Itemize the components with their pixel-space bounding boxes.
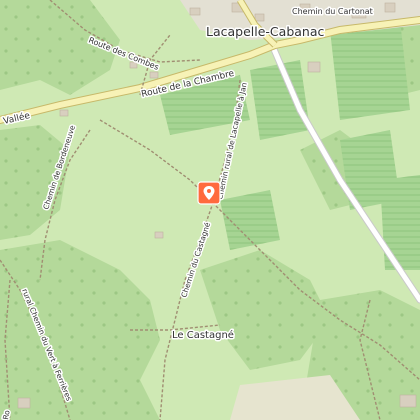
map-canvas[interactable]: Chemin du Cartonat Route des Combes Rout… <box>0 0 420 420</box>
village-label: Lacapelle-Cabanac <box>206 24 324 39</box>
map-view[interactable]: Chemin du Cartonat Route des Combes Rout… <box>0 0 420 420</box>
map-pin-icon[interactable] <box>197 181 221 205</box>
hamlet-label: Le Castagné <box>172 329 234 341</box>
road-label-cartonat: Chemin du Cartonat <box>292 7 373 16</box>
